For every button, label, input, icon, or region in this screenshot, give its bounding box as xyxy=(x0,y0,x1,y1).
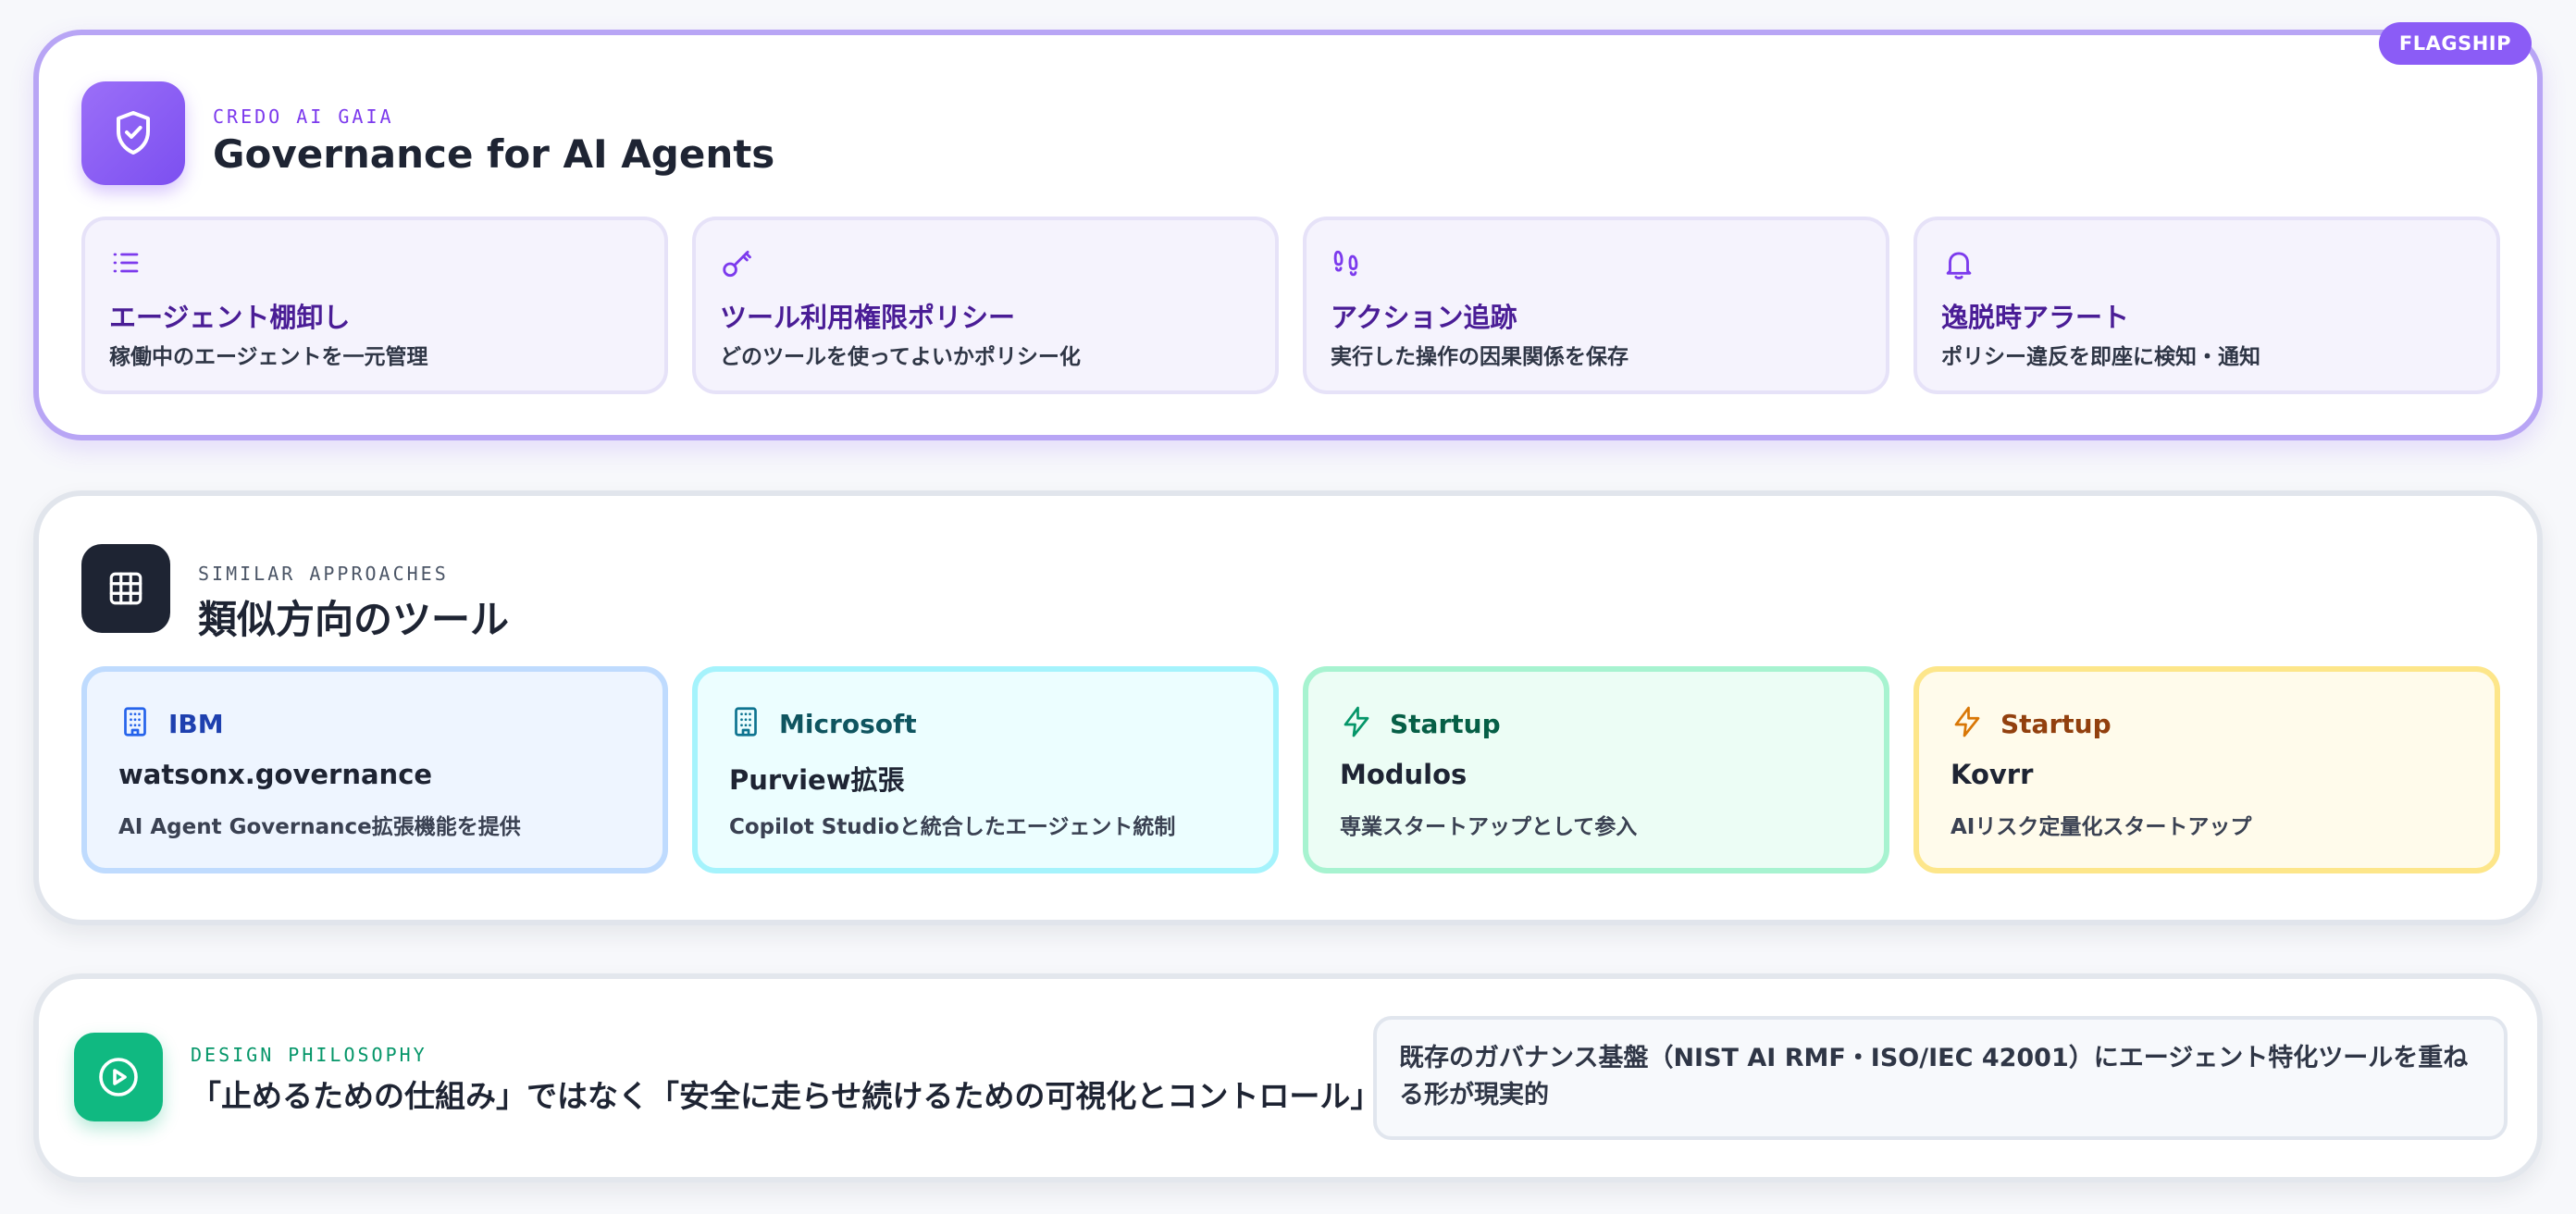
feature-desc: 稼働中のエージェントを一元管理 xyxy=(109,345,428,369)
feature-desc: どのツールを使ってよいかポリシー化 xyxy=(720,345,1081,369)
philosophy-note: 既存のガバナンス基盤（NIST AI RMF・ISO/IEC 42001）にエー… xyxy=(1373,1016,2508,1140)
list-icon xyxy=(109,246,142,283)
tool-desc: AIリスク定量化スタートアップ xyxy=(1951,815,2252,839)
bolt-icon xyxy=(1340,705,1373,742)
tool-card-ibm: IBM watsonx.governance AI Agent Governan… xyxy=(81,666,668,873)
play-circle-icon xyxy=(74,1033,163,1121)
similar-kicker: SIMILAR APPROACHES xyxy=(198,563,449,585)
tool-card-kovrr: Startup Kovrr AIリスク定量化スタートアップ xyxy=(1913,666,2500,873)
tool-cards: IBM watsonx.governance AI Agent Governan… xyxy=(81,666,2500,873)
tool-vendor: IBM xyxy=(168,709,224,739)
feature-card-alerts: 逸脱時アラート ポリシー違反を即座に検知・通知 xyxy=(1913,217,2500,394)
feature-card-action-tracking: アクション追跡 実行した操作の因果関係を保存 xyxy=(1303,217,1889,394)
feature-card-tool-policy: ツール利用権限ポリシー どのツールを使ってよいかポリシー化 xyxy=(692,217,1279,394)
tool-product: Modulos xyxy=(1340,759,1468,790)
feature-card-inventory: エージェント棚卸し 稼働中のエージェントを一元管理 xyxy=(81,217,668,394)
shield-check-icon xyxy=(81,81,185,185)
tool-vendor: Startup xyxy=(1390,709,1501,739)
tool-desc: Copilot Studioと統合したエージェント統制 xyxy=(729,815,1176,839)
tool-vendor: Startup xyxy=(2000,709,2112,739)
tool-product: watsonx.governance xyxy=(118,759,433,790)
philosophy-kicker: DESIGN PHILOSOPHY xyxy=(191,1044,427,1066)
tool-card-modulos: Startup Modulos 専業スタートアップとして参入 xyxy=(1303,666,1889,873)
flagship-title: Governance for AI Agents xyxy=(213,131,775,177)
grid-icon xyxy=(81,544,170,633)
flagship-kicker: CREDO AI GAIA xyxy=(213,105,394,128)
page: FLAGSHIP CREDO AI GAIA Governance for AI… xyxy=(0,0,2576,1214)
building-icon xyxy=(118,705,152,742)
feature-title: エージェント棚卸し xyxy=(109,302,351,333)
similar-panel: SIMILAR APPROACHES 類似方向のツール IBM watsonx.… xyxy=(33,490,2543,925)
tool-vendor: Microsoft xyxy=(779,709,917,739)
bell-icon xyxy=(1941,246,1976,285)
feature-title: ツール利用権限ポリシー xyxy=(720,302,1016,333)
key-icon xyxy=(720,246,755,285)
tool-card-microsoft: Microsoft Purview拡張 Copilot Studioと統合したエ… xyxy=(692,666,1279,873)
feature-desc: 実行した操作の因果関係を保存 xyxy=(1331,345,1629,369)
footprints-icon xyxy=(1331,246,1366,285)
tool-desc: AI Agent Governance拡張機能を提供 xyxy=(118,815,521,839)
tool-desc: 専業スタートアップとして参入 xyxy=(1340,815,1638,839)
feature-desc: ポリシー違反を即座に検知・通知 xyxy=(1941,345,2260,369)
tool-product: Kovrr xyxy=(1951,759,2034,790)
philosophy-title: 「止めるための仕組み」ではなく「安全に走らせ続けるための可視化とコントロール」 xyxy=(191,1078,1381,1114)
similar-title: 類似方向のツール xyxy=(198,597,510,642)
building-icon xyxy=(729,705,762,742)
philosophy-panel: DESIGN PHILOSOPHY 「止めるための仕組み」ではなく「安全に走らせ… xyxy=(33,973,2543,1183)
feature-cards: エージェント棚卸し 稼働中のエージェントを一元管理 ツール利用権限ポリシー どの… xyxy=(81,217,2500,394)
tool-product: Purview拡張 xyxy=(729,764,905,796)
feature-title: 逸脱時アラート xyxy=(1941,302,2130,333)
flagship-badge: FLAGSHIP xyxy=(2378,22,2532,65)
feature-title: アクション追跡 xyxy=(1331,302,1517,333)
bolt-icon xyxy=(1951,705,1984,742)
flagship-panel: FLAGSHIP CREDO AI GAIA Governance for AI… xyxy=(33,22,2543,440)
